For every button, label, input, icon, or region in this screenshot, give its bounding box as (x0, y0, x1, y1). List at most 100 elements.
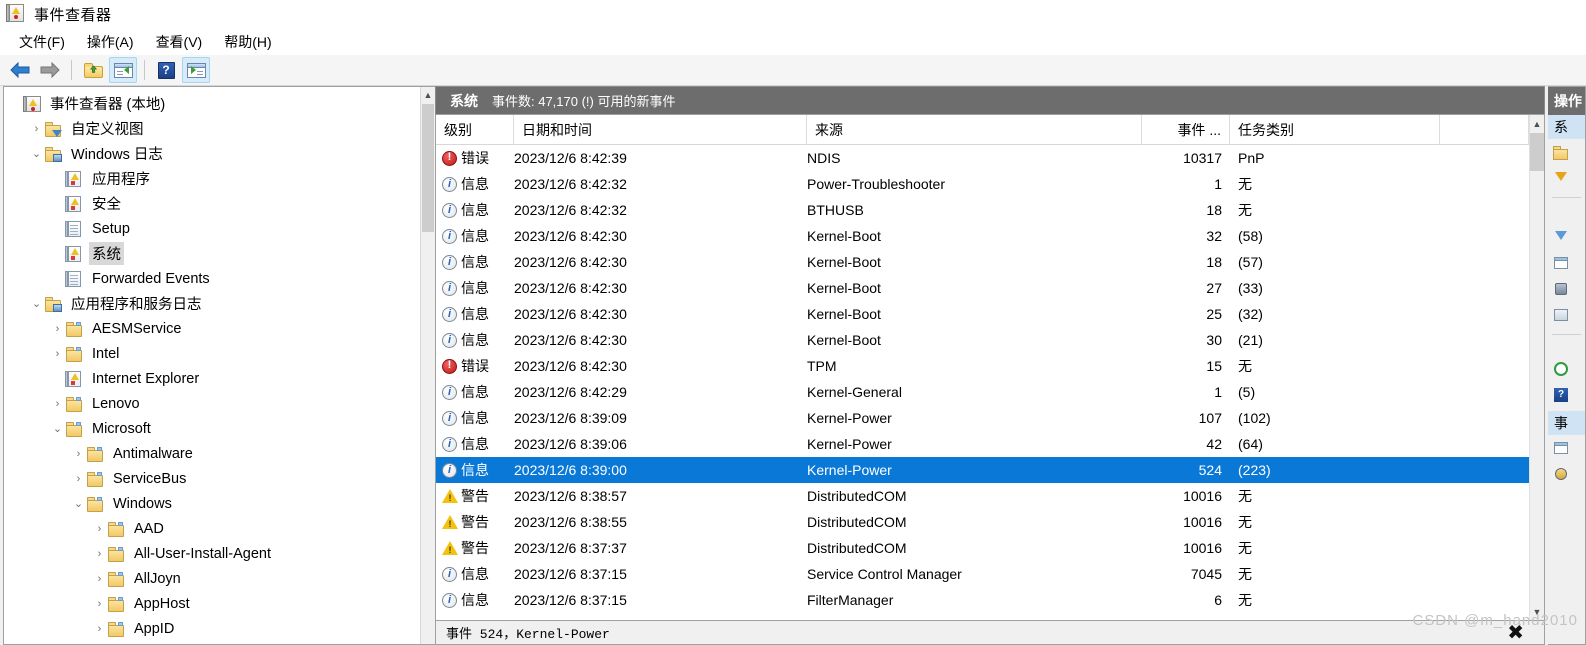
folder-icon (86, 496, 104, 512)
table-row[interactable]: 警告 2023/12/6 8:38:55 DistributedCOM 10016 无 (436, 509, 1529, 535)
tree-item[interactable]: › Intel (4, 341, 420, 366)
column-header-task[interactable]: 任务类别 (1230, 115, 1440, 145)
chevron-right-icon[interactable]: › (92, 523, 107, 535)
chevron-right-icon[interactable]: › (50, 398, 65, 410)
show-hide-console-tree-button[interactable] (109, 57, 137, 83)
cell-task: 无 (1238, 202, 1252, 218)
tree-item[interactable]: 系统 (4, 241, 420, 266)
list-scrollbar-thumb[interactable] (1530, 133, 1544, 171)
action-save-events[interactable] (1548, 302, 1585, 328)
tree-item[interactable]: ⌄ Windows 日志 (4, 141, 420, 166)
tree-item[interactable]: › AppHost (4, 591, 420, 616)
column-header-source[interactable]: 来源 (807, 115, 1142, 145)
tree-item[interactable]: 事件查看器 (本地) (4, 91, 420, 116)
cell-date: 2023/12/6 8:37:37 (514, 540, 627, 556)
action-properties[interactable] (1548, 250, 1585, 276)
action-help[interactable]: ? (1548, 381, 1585, 407)
chevron-down-icon[interactable]: ⌄ (29, 147, 44, 160)
action-filter-current-log[interactable] (1548, 224, 1585, 250)
table-row[interactable]: 警告 2023/12/6 8:38:57 DistributedCOM 10016 无 (436, 483, 1529, 509)
tree-item-label: Antimalware (113, 445, 193, 462)
action-event-properties[interactable] (1548, 435, 1585, 461)
cell-task: (32) (1238, 306, 1263, 322)
tree-item[interactable]: ⌄ 应用程序和服务日志 (4, 291, 420, 316)
table-row[interactable]: 信息 2023/12/6 8:37:15 Service Control Manag… (436, 561, 1529, 587)
chevron-right-icon[interactable]: › (50, 323, 65, 335)
chevron-right-icon[interactable]: › (92, 598, 107, 610)
table-row[interactable]: 错误 2023/12/6 8:42:39 NDIS 10317 PnP (436, 145, 1529, 171)
cell-id: 15 (1206, 358, 1222, 374)
tree-item[interactable]: Internet Explorer (4, 366, 420, 391)
toolbar: ? (0, 55, 1586, 86)
table-row[interactable]: 信息 2023/12/6 8:42:30 Kernel-Boot 18 (57) (436, 249, 1529, 275)
event-list-vertical-scrollbar[interactable]: ▲ ▼ (1529, 115, 1544, 620)
show-hide-action-pane-button[interactable] (182, 57, 210, 83)
cell-source: BTHUSB (807, 202, 864, 218)
log-warning-icon (65, 245, 83, 262)
chevron-right-icon[interactable]: › (29, 123, 44, 135)
table-row[interactable]: 信息 2023/12/6 8:39:00 Kernel-Power 524 (223) (436, 457, 1529, 483)
table-row[interactable]: 信息 2023/12/6 8:42:30 Kernel-Boot 32 (58) (436, 223, 1529, 249)
table-row[interactable]: 信息 2023/12/6 8:37:15 FilterManager 6无 (436, 587, 1529, 613)
action-open-saved-log[interactable] (1548, 139, 1585, 165)
table-row[interactable]: 错误 2023/12/6 8:42:30 TPM 15 无 (436, 353, 1529, 379)
table-row[interactable]: 警告 2023/12/6 8:37:37 DistributedCOM 10016 无 (436, 535, 1529, 561)
help-button[interactable]: ? (152, 57, 180, 83)
chevron-right-icon[interactable]: › (92, 573, 107, 585)
tree-item[interactable]: Setup (4, 216, 420, 241)
chevron-right-icon[interactable]: › (71, 448, 86, 460)
table-row[interactable]: 信息 2023/12/6 8:39:09 Kernel-Power 107 (102) (436, 405, 1529, 431)
table-row[interactable]: 信息 2023/12/6 8:39:06 Kernel-Power 42 (64) (436, 431, 1529, 457)
table-row[interactable]: 信息 2023/12/6 8:42:32 Power-Troubleshooter 1… (436, 171, 1529, 197)
tree-item[interactable]: 应用程序 (4, 166, 420, 191)
back-button[interactable] (6, 57, 34, 83)
forward-button[interactable] (36, 57, 64, 83)
chevron-right-icon[interactable]: › (71, 473, 86, 485)
tree-item[interactable]: ›ApplicabilityEngine (4, 641, 420, 644)
tree-scrollbar-thumb[interactable] (422, 104, 434, 232)
scroll-down-arrow-icon[interactable]: ▼ (1530, 603, 1544, 620)
menu-view[interactable]: 查看(V) (145, 29, 214, 55)
menu-action[interactable]: 操作(A) (76, 29, 145, 55)
column-header-event-id[interactable]: 事件 ... (1142, 115, 1230, 145)
tree-item[interactable]: › 自定义视图 (4, 116, 420, 141)
tree-item[interactable]: › Antimalware (4, 441, 420, 466)
table-row[interactable]: 信息 2023/12/6 8:42:30 Kernel-Boot 25 (32) (436, 301, 1529, 327)
menu-file[interactable]: 文件(F) (8, 29, 76, 55)
menu-help[interactable]: 帮助(H) (213, 29, 282, 55)
chevron-right-icon[interactable]: › (92, 548, 107, 560)
chevron-right-icon[interactable]: › (50, 348, 65, 360)
chevron-down-icon[interactable]: ⌄ (71, 497, 86, 510)
tree-item[interactable]: › Lenovo (4, 391, 420, 416)
tree-item[interactable]: 安全 (4, 191, 420, 216)
chevron-down-icon[interactable]: ⌄ (29, 297, 44, 310)
information-icon (442, 436, 457, 452)
action-create-custom-view[interactable] (1548, 165, 1585, 191)
table-row[interactable]: 信息 2023/12/6 8:42:30 Kernel-Boot 27 (33) (436, 275, 1529, 301)
column-header-level[interactable]: 级别 (436, 115, 514, 145)
folder-icon (107, 621, 125, 637)
tree-vertical-scrollbar[interactable]: ▲ (420, 87, 435, 644)
scroll-up-arrow-icon[interactable]: ▲ (421, 87, 435, 103)
chevron-down-icon[interactable]: ⌄ (50, 422, 65, 435)
scroll-up-arrow-icon[interactable]: ▲ (1530, 115, 1544, 132)
tree-item[interactable]: Forwarded Events (4, 266, 420, 291)
tree-item[interactable]: ⌄ Microsoft (4, 416, 420, 441)
tree-item[interactable]: › All-User-Install-Agent (4, 541, 420, 566)
action-attach-task-to-event[interactable] (1548, 461, 1585, 487)
table-row[interactable]: 信息 2023/12/6 8:42:32 BTHUSB 18 无 (436, 197, 1529, 223)
table-row[interactable]: 信息 2023/12/6 8:42:30 Kernel-Boot 30 (21) (436, 327, 1529, 353)
column-header-date[interactable]: 日期和时间 (514, 115, 807, 145)
tree-item[interactable]: › AAD (4, 516, 420, 541)
up-one-level-button[interactable] (79, 57, 107, 83)
tree-item[interactable]: › ServiceBus (4, 466, 420, 491)
table-row[interactable]: 信息 2023/12/6 8:42:29 Kernel-General 1 (5) (436, 379, 1529, 405)
chevron-right-icon[interactable]: › (92, 623, 107, 635)
tree-item[interactable]: › AppID (4, 616, 420, 641)
action-attach-task[interactable] (1548, 276, 1585, 302)
tree-item[interactable]: › AESMService (4, 316, 420, 341)
tree-item[interactable]: ⌄ Windows (4, 491, 420, 516)
action-refresh[interactable] (1548, 355, 1585, 381)
tree-item[interactable]: › AllJoyn (4, 566, 420, 591)
window-title: 事件查看器 (34, 6, 112, 24)
